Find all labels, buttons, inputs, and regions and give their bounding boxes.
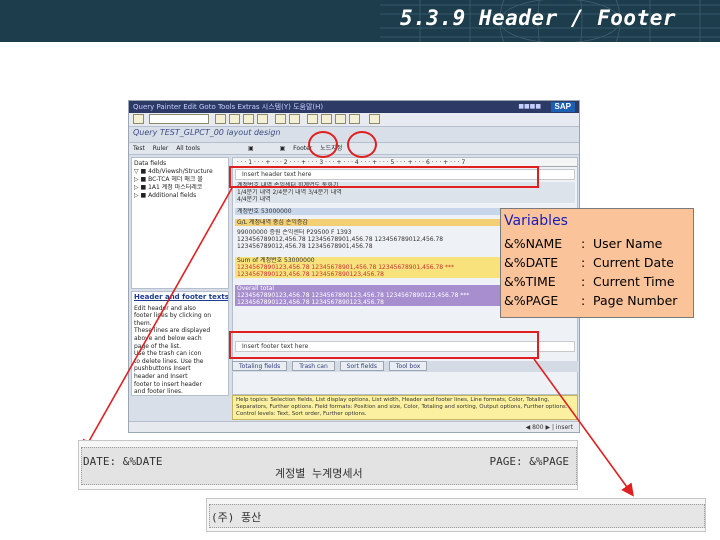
last-page-icon[interactable]	[349, 114, 360, 124]
next-page-icon[interactable]	[335, 114, 346, 124]
sap-logo: SAP	[550, 102, 575, 112]
insert-header-circle	[308, 131, 338, 158]
save-icon[interactable]	[215, 114, 226, 124]
variable-row: &%TIME : Current Time	[504, 272, 690, 291]
help-line: Edit header and also	[134, 304, 196, 312]
insert-footer-button[interactable]: ▣	[280, 143, 286, 155]
help-topics-strip[interactable]: Help topics: Selection fields, List disp…	[232, 395, 578, 420]
print-icon[interactable]	[275, 114, 286, 124]
help-line: footer lines by clicking on	[134, 312, 212, 320]
layout-row[interactable]: 4/4분기 내역	[235, 196, 575, 203]
variable-separator: :	[581, 236, 586, 251]
slide: 5.3.9 Header / Footer Query Painter Edit…	[0, 0, 720, 540]
header-title-text[interactable]: 계정별 누계명세서	[275, 465, 363, 481]
menu-bar[interactable]: Query Painter Edit Goto Tools Extras 시스템…	[129, 101, 579, 113]
ruler-button[interactable]: Ruler	[153, 143, 169, 155]
enter-icon[interactable]	[133, 114, 144, 124]
help-line: These lines are displayed	[134, 327, 211, 335]
zoomed-footer-text: (주) 풍산	[206, 498, 706, 532]
help-line: Use the trash can icon	[134, 350, 202, 358]
help-line: pushbuttons Insert	[134, 365, 191, 373]
first-page-icon[interactable]	[307, 114, 318, 124]
variable-separator: :	[581, 293, 586, 308]
help-line: them.	[134, 319, 152, 327]
bottom-tabs: Totaling fields Trash can Sort fields To…	[232, 361, 578, 372]
tree-item[interactable]: ▷ ■ Additional fields	[134, 192, 226, 200]
header-highlight	[229, 166, 539, 188]
footer-band-zoom	[209, 504, 705, 528]
document-title: Query TEST_GLPCT_00 layout design	[133, 128, 281, 137]
data-fields-tree: Data fields ▽ ■ 4db/Viewsh/Structure ▷ ■…	[131, 157, 229, 289]
variable-desc: User Name	[593, 236, 663, 251]
help-line: page of the list.	[134, 342, 182, 350]
menu-extra: ■■■■	[518, 103, 541, 110]
zoomed-header-text: DATE: &%DATE 계정별 누계명세서 PAGE: &%PAGE	[78, 440, 578, 490]
tab-totaling-fields[interactable]: Totaling fields	[232, 361, 288, 371]
tree-title: Data fields	[134, 160, 167, 167]
callout-title: Variables	[504, 213, 568, 229]
footer-highlight	[229, 331, 539, 359]
tree-item[interactable]: ▽ ■ 4db/Viewsh/Structure	[134, 168, 226, 176]
header-date-text[interactable]: DATE: &%DATE	[83, 455, 162, 468]
header-page-text[interactable]: PAGE: &%PAGE	[490, 455, 569, 468]
help-line: and footer lines.	[134, 388, 183, 396]
slide-title: 5.3.9 Header / Footer	[400, 6, 677, 30]
test-button[interactable]: Test	[133, 143, 145, 155]
tree-item[interactable]: ▷ ■ 1A1 계정 마스터레코	[134, 184, 226, 192]
help-panel: Header and footer texts Edit header and …	[131, 291, 229, 396]
variable-name: &%DATE	[504, 255, 559, 270]
variable-name: &%PAGE	[504, 293, 559, 308]
cancel-icon[interactable]	[257, 114, 268, 124]
variable-desc: Current Time	[593, 274, 675, 289]
back-icon[interactable]	[229, 114, 240, 124]
prev-page-icon[interactable]	[321, 114, 332, 124]
standard-toolbar	[129, 113, 579, 127]
layout-row[interactable]: 1/4분기 내역 2/4분기 내역 3/4분기 내역	[235, 189, 575, 196]
tab-sort-fields[interactable]: Sort fields	[339, 361, 384, 371]
variable-name: &%NAME	[504, 236, 563, 251]
find-icon[interactable]	[289, 114, 300, 124]
variable-row: &%PAGE : Page Number	[504, 291, 690, 310]
help-line: above and below each	[134, 334, 202, 342]
variable-row: &%NAME : User Name	[504, 234, 690, 253]
tree-item[interactable]: ▷ ■ BC-TCA 헤더 매크 블	[134, 176, 226, 184]
all-tools-button[interactable]: All tools	[176, 143, 200, 155]
status-bar: ◀ 800 ▶ | insert	[129, 421, 579, 432]
help-line: footer to insert header	[134, 380, 202, 388]
variable-desc: Page Number	[593, 293, 678, 308]
variable-separator: :	[581, 274, 586, 289]
variables-callout: Variables &%NAME : User Name &%DATE : Cu…	[500, 208, 694, 318]
help-line: to delete lines. Use the	[134, 357, 204, 365]
variable-row: &%DATE : Current Date	[504, 253, 690, 272]
header-band: 5.3.9 Header / Footer	[0, 0, 720, 42]
command-field[interactable]	[149, 114, 209, 124]
menu-bar-text[interactable]: Query Painter Edit Goto Tools Extras 시스템…	[133, 103, 323, 111]
insert-header-button[interactable]: ▣	[248, 143, 254, 155]
help-line: header and Insert	[134, 372, 188, 380]
variable-separator: :	[581, 255, 586, 270]
help-icon[interactable]	[369, 114, 380, 124]
exit-icon[interactable]	[243, 114, 254, 124]
tab-trash-can[interactable]: Trash can	[292, 361, 335, 371]
help-title[interactable]: Header and footer texts	[134, 293, 228, 302]
variable-desc: Current Date	[593, 255, 674, 270]
tab-tool-box[interactable]: Tool box	[388, 361, 428, 371]
insert-footer-circle	[347, 131, 377, 158]
variable-name: &%TIME	[504, 274, 556, 289]
footer-company-text[interactable]: (주) 풍산	[211, 509, 261, 525]
